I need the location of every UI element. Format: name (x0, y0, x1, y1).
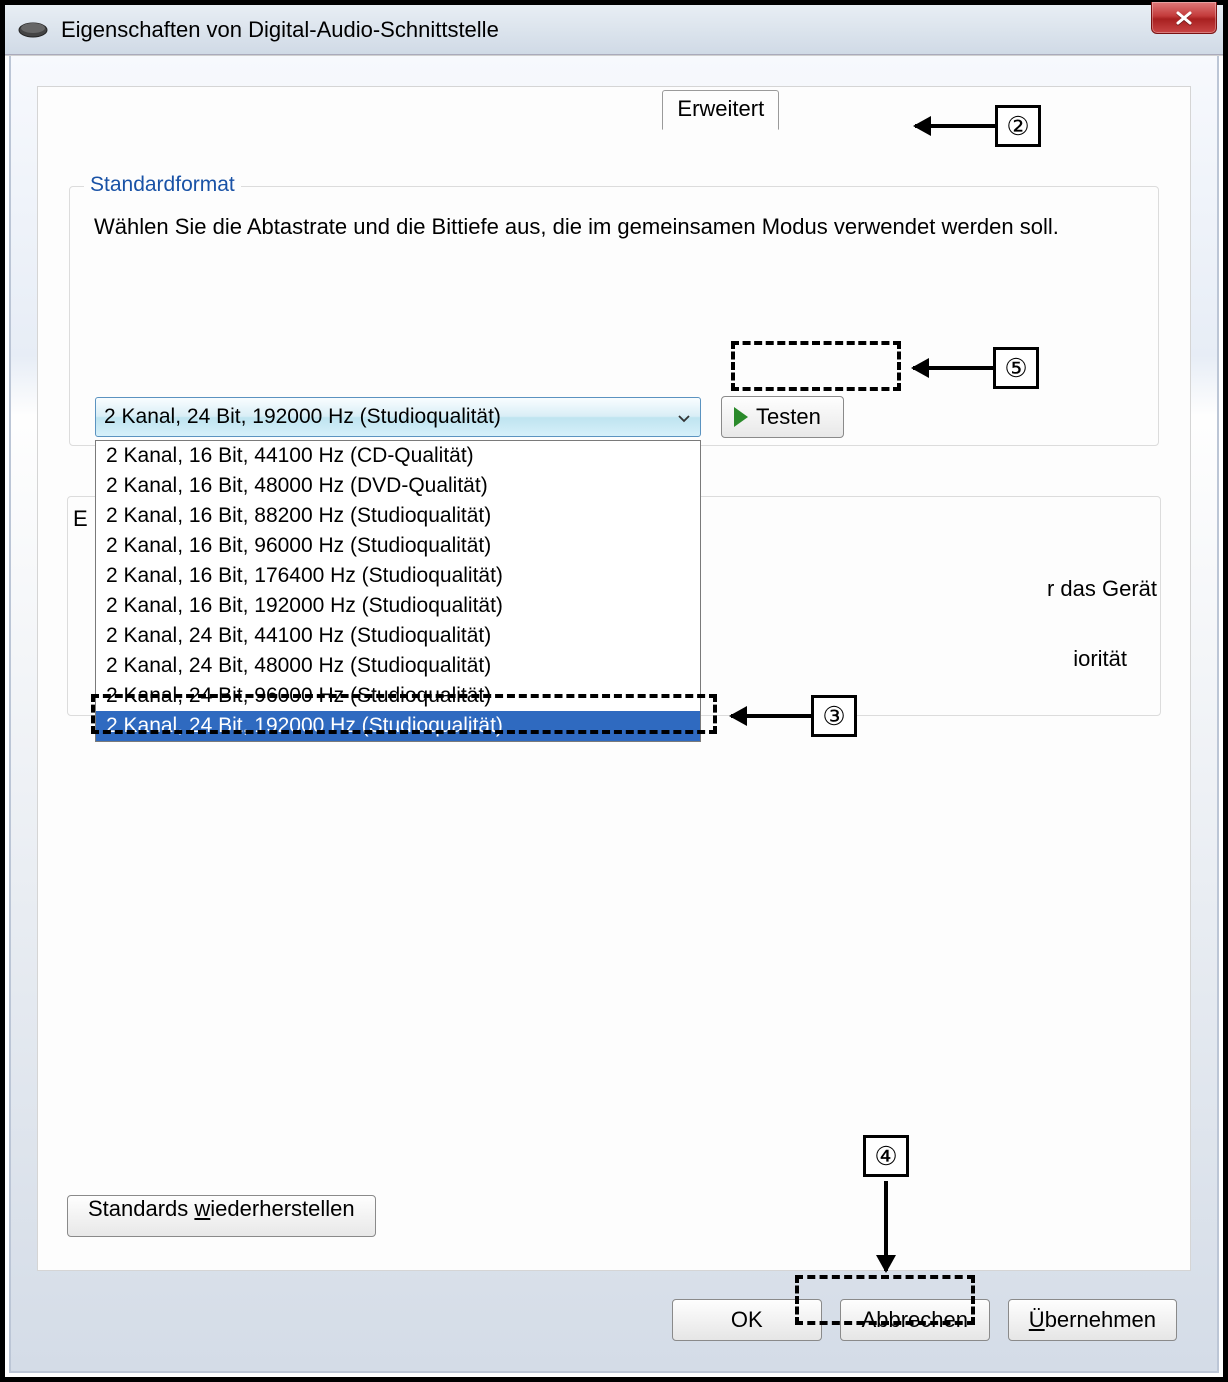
callout-3-number: ③ (811, 695, 857, 737)
ok-button[interactable]: OK (672, 1299, 822, 1341)
combo-row: 2 Kanal, 24 Bit, 192000 Hz (Studioqualit… (95, 396, 1157, 438)
dropdown-option[interactable]: 2 Kanal, 24 Bit, 96000 Hz (Studioqualitä… (96, 681, 700, 711)
tab-erweitert[interactable]: Erweitert (662, 90, 779, 130)
format-dropdown-list[interactable]: 2 Kanal, 16 Bit, 44100 Hz (CD-Qualität) … (95, 440, 701, 742)
callout-5-number: ⑤ (993, 347, 1039, 389)
window-title: Eigenschaften von Digital-Audio-Schnitts… (61, 17, 499, 43)
group-legend: Standardformat (84, 173, 241, 197)
audio-device-icon (17, 20, 49, 40)
dropdown-option[interactable]: 2 Kanal, 16 Bit, 44100 Hz (CD-Qualität) (96, 441, 700, 471)
inner-frame: Allgemein Unterstützte Formate Pegel Erw… (9, 56, 1219, 1373)
dropdown-option[interactable]: 2 Kanal, 16 Bit, 88200 Hz (Studioqualitä… (96, 501, 700, 531)
restore-defaults-button[interactable]: Standards wiederherstellen (67, 1195, 376, 1237)
dialog-body: Allgemein Unterstützte Formate Pegel Erw… (5, 55, 1223, 1377)
format-combobox[interactable]: 2 Kanal, 24 Bit, 192000 Hz (Studioqualit… (95, 397, 701, 437)
dropdown-option[interactable]: 2 Kanal, 24 Bit, 44100 Hz (Studioqualitä… (96, 621, 700, 651)
test-button[interactable]: Testen (721, 396, 844, 438)
obscured-text-1: r das Gerät (1047, 576, 1157, 602)
footer-buttons: OK Abbrechen Übernehmen (672, 1299, 1177, 1341)
callout-4: ④ (863, 1135, 909, 1271)
callout-4-number: ④ (863, 1135, 909, 1177)
dropdown-option[interactable]: 2 Kanal, 16 Bit, 48000 Hz (DVD-Qualität) (96, 471, 700, 501)
close-button[interactable] (1151, 2, 1217, 34)
dropdown-option[interactable]: 2 Kanal, 24 Bit, 48000 Hz (Studioqualitä… (96, 651, 700, 681)
callout-2-number: ② (995, 105, 1041, 147)
combobox-value: 2 Kanal, 24 Bit, 192000 Hz (Studioqualit… (104, 405, 501, 429)
chevron-down-icon (678, 405, 690, 429)
callout-2: ② (915, 105, 1041, 147)
callout-5: ⑤ (913, 347, 1039, 389)
titlebar: Eigenschaften von Digital-Audio-Schnitts… (5, 5, 1223, 55)
cancel-button[interactable]: Abbrechen (840, 1299, 990, 1341)
group-description: Wählen Sie die Abtastrate und die Bittie… (94, 211, 1134, 243)
dropdown-option[interactable]: 2 Kanal, 16 Bit, 96000 Hz (Studioqualitä… (96, 531, 700, 561)
apply-button[interactable]: Übernehmen (1008, 1299, 1177, 1341)
dropdown-option[interactable]: 2 Kanal, 16 Bit, 176400 Hz (Studioqualit… (96, 561, 700, 591)
dropdown-option[interactable]: 2 Kanal, 16 Bit, 192000 Hz (Studioqualit… (96, 591, 700, 621)
dropdown-option-selected[interactable]: 2 Kanal, 24 Bit, 192000 Hz (Studioqualit… (96, 711, 700, 741)
callout-3: ③ (731, 695, 857, 737)
test-button-label: Testen (756, 404, 821, 430)
obscured-legend-e: E (73, 506, 88, 532)
obscured-text-2: iorität (1073, 646, 1127, 672)
play-icon (734, 407, 748, 427)
